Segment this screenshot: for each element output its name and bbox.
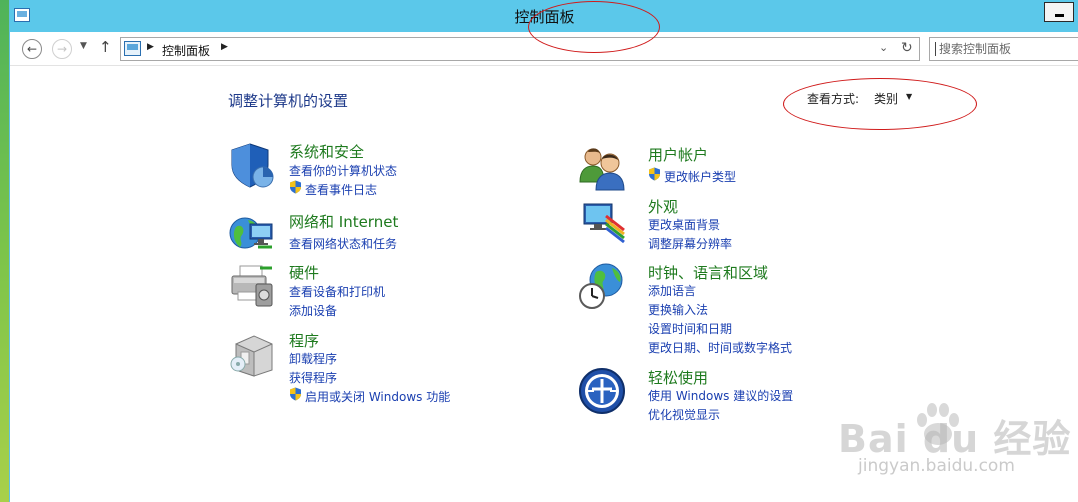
annotation-ellipse-view-by: [783, 78, 977, 130]
search-input[interactable]: [930, 38, 1078, 60]
ease-of-access-icon[interactable]: [578, 367, 626, 415]
recent-locations-dropdown[interactable]: ▼: [80, 41, 87, 51]
link-change-date-time-number-format[interactable]: 更改日期、时间或数字格式: [648, 339, 792, 356]
forward-button[interactable]: →: [52, 39, 72, 59]
link-view-devices-printers[interactable]: 查看设备和打印机: [289, 283, 385, 300]
users-icon[interactable]: [578, 144, 626, 192]
link-set-time-date[interactable]: 设置时间和日期: [648, 320, 732, 337]
link-change-desktop-background[interactable]: 更改桌面背景: [648, 216, 720, 233]
category-title-appearance[interactable]: 外观: [648, 196, 678, 217]
link-adjust-screen-resolution[interactable]: 调整屏幕分辨率: [648, 235, 732, 252]
link-view-event-logs[interactable]: 查看事件日志: [305, 181, 377, 198]
link-optimize-visual-display[interactable]: 优化视觉显示: [648, 406, 720, 423]
address-history-chevron-icon[interactable]: ⌄: [879, 41, 888, 54]
link-windows-recommended-settings[interactable]: 使用 Windows 建议的设置: [648, 387, 793, 404]
breadcrumb-arrow-icon[interactable]: ▶: [221, 42, 228, 52]
printer-icon[interactable]: [228, 262, 276, 310]
link-windows-features[interactable]: 启用或关闭 Windows 功能: [305, 388, 450, 405]
minimize-button[interactable]: [1044, 2, 1074, 22]
page-title: 调整计算机的设置: [228, 92, 349, 110]
link-get-programs[interactable]: 获得程序: [289, 369, 337, 386]
globe-clock-icon[interactable]: [578, 262, 626, 310]
control-panel-location-icon: [124, 41, 141, 56]
link-change-account-type[interactable]: 更改帐户类型: [664, 168, 736, 185]
appearance-monitor-icon[interactable]: [578, 196, 626, 244]
network-globe-icon[interactable]: [228, 211, 276, 259]
category-title-system-security[interactable]: 系统和安全: [289, 141, 364, 162]
shield-icon[interactable]: [228, 141, 276, 189]
up-button[interactable]: ↑: [99, 38, 112, 56]
category-title-hardware[interactable]: 硬件: [289, 262, 319, 283]
category-title-ease-of-access[interactable]: 轻松使用: [648, 367, 708, 388]
annotation-ellipse-title: [528, 1, 660, 53]
category-title-network-internet[interactable]: 网络和 Internet: [289, 211, 398, 232]
search-box[interactable]: [929, 37, 1078, 61]
link-view-computer-status[interactable]: 查看你的计算机状态: [289, 162, 397, 179]
control-panel-window: 控制面板 ← → ▼ ↑ ▶ 控制面板 ▶ ⌄ ↻ 调整计算机的设置 查看方式:…: [9, 0, 1078, 502]
category-title-programs[interactable]: 程序: [289, 330, 319, 351]
refresh-icon[interactable]: ↻: [901, 40, 913, 56]
watermark-logo-text: Bai du 经验: [838, 417, 1072, 461]
link-change-input-method[interactable]: 更换输入法: [648, 301, 708, 318]
address-box[interactable]: ▶ 控制面板 ▶ ⌄ ↻: [120, 37, 920, 61]
watermark-url: jingyan.baidu.com: [858, 456, 1015, 476]
uac-shield-icon: [649, 167, 660, 181]
category-title-clock-language-region[interactable]: 时钟、语言和区域: [648, 262, 768, 283]
link-uninstall-program[interactable]: 卸载程序: [289, 350, 337, 367]
uac-shield-icon: [290, 387, 301, 401]
back-button[interactable]: ←: [22, 39, 42, 59]
link-add-device[interactable]: 添加设备: [289, 302, 337, 319]
programs-box-icon[interactable]: [228, 330, 276, 378]
breadcrumb-arrow-icon[interactable]: ▶: [147, 42, 154, 52]
uac-shield-icon: [290, 180, 301, 194]
category-title-user-accounts[interactable]: 用户帐户: [648, 144, 708, 165]
desktop-background-strip: [0, 0, 9, 502]
breadcrumb-control-panel[interactable]: 控制面板: [162, 42, 210, 59]
link-view-network-status[interactable]: 查看网络状态和任务: [289, 235, 397, 252]
link-add-language[interactable]: 添加语言: [648, 282, 696, 299]
